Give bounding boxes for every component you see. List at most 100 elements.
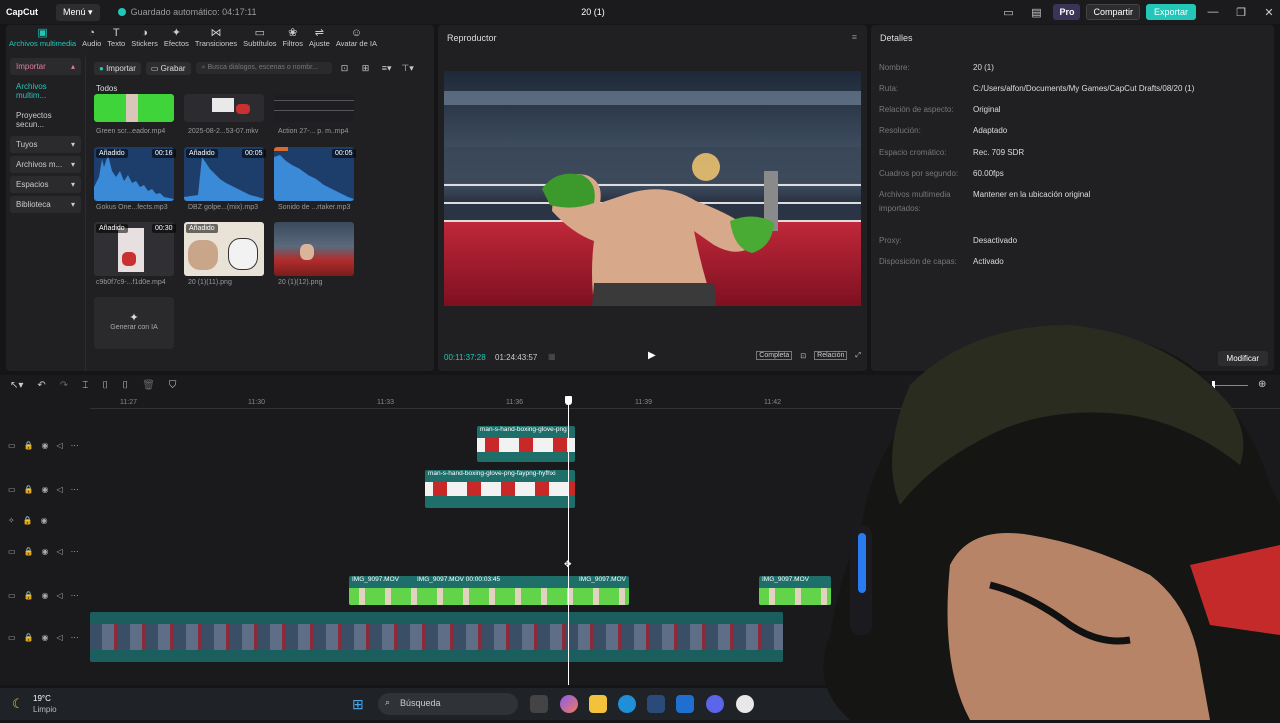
tab-text[interactable]: T Texto (104, 25, 128, 51)
copilot-icon[interactable] (560, 695, 578, 713)
tab-media[interactable]: ▣ Archivos multimedia (6, 25, 79, 51)
tab-label: Archivos multimedia (9, 39, 77, 48)
eye-icon[interactable]: ◉ (42, 633, 49, 642)
media-thumbnail[interactable] (274, 222, 354, 276)
detail-value: 60.00fps (973, 169, 1004, 178)
duration-badge: 00:30 (152, 224, 176, 233)
tab-transitions[interactable]: ⋈ Transiciones (192, 25, 240, 51)
media-section-title: Todos (96, 84, 118, 93)
media-panel: ▣ Archivos multimedia ◔ Audio T Texto ◑ Stic… (6, 25, 434, 371)
generate-ai-button[interactable]: ✦ Generar con IA (94, 297, 174, 349)
more-icon[interactable]: ⋯ (71, 485, 79, 494)
sidebar-item-library[interactable]: Biblioteca ▾ (10, 196, 81, 213)
layout-icon[interactable]: ▭ (997, 6, 1019, 19)
lock-icon[interactable]: 🔒 (24, 485, 34, 494)
store-icon[interactable] (647, 695, 665, 713)
track-type-icon: ▭ (8, 633, 16, 642)
sort-icon[interactable]: ≡▾ (379, 63, 395, 74)
sidebar-item-subprojects[interactable]: Proyectos secun... (10, 107, 81, 133)
chrome-icon[interactable] (736, 695, 754, 713)
playhead[interactable] (568, 399, 569, 685)
search-icon: ⌕ (201, 64, 206, 71)
timeline-clip-glove[interactable]: man-s-hand-boxing-glove-png-faypng-hyfhx… (425, 470, 575, 508)
taskbar-search[interactable]: ⌕ Búsqueda (378, 693, 518, 715)
delete-icon[interactable]: 🗑 (142, 380, 155, 391)
lock-icon[interactable]: 🔒 (23, 516, 33, 525)
pro-button[interactable]: Pro (1053, 4, 1081, 20)
more-icon[interactable]: ⋯ (71, 547, 79, 556)
tab-ai-avatar[interactable]: ☺ Avatar de IA (333, 25, 380, 51)
more-icon[interactable]: ⋯ (71, 633, 79, 642)
tab-stickers[interactable]: ◑ Stickers (128, 25, 161, 51)
redo-icon[interactable]: ↷ (60, 380, 68, 391)
split-left-icon[interactable]: ⌷ (102, 380, 108, 391)
split-right-icon[interactable]: ⌷ (122, 380, 128, 391)
sidebar-item-media[interactable]: Archivos multim... (10, 78, 81, 104)
tab-audio[interactable]: ◔ Audio (79, 25, 104, 51)
select-tool-icon[interactable]: ↖▾ (10, 380, 23, 391)
timecode-icon: ▦ (548, 352, 556, 361)
lock-icon[interactable]: 🔒 (24, 547, 34, 556)
tab-filters[interactable]: ❀ Filtros (280, 25, 306, 51)
timeline-clip-glove[interactable]: man-s-hand-boxing-glove-png (477, 426, 575, 462)
eye-icon[interactable]: ◉ (41, 516, 48, 525)
undo-icon[interactable]: ↶ (37, 380, 45, 391)
clip-label: IMG_9097.MOV 00:00:03:45 (417, 576, 501, 583)
sidebar-item-yours[interactable]: Tuyos ▾ (10, 136, 81, 153)
share-button[interactable]: Compartir (1086, 4, 1140, 20)
menu-icon[interactable]: ≡ (852, 32, 857, 42)
maximize-icon[interactable]: ❐ (1230, 6, 1252, 19)
more-icon[interactable]: ⋯ (71, 591, 79, 600)
filter-icon[interactable]: ⊤▾ (400, 63, 416, 74)
eye-icon[interactable]: ◉ (42, 441, 49, 450)
weather-status: Limpio (33, 705, 57, 714)
media-thumbnail[interactable] (274, 94, 354, 122)
sidebar-item-spaces[interactable]: Espacios ▾ (10, 176, 81, 193)
media-thumbnail[interactable] (94, 94, 174, 122)
timeline-clip-greenscreen[interactable]: IMG_9097.MOV IMG_9097.MOV 00:00:03:45 IM… (349, 576, 629, 605)
eye-icon[interactable]: ◉ (42, 485, 49, 494)
lock-icon[interactable]: 🔒 (24, 591, 34, 600)
import-button[interactable]: ● Importar (94, 61, 141, 75)
record-button[interactable]: ▭ Grabar (145, 61, 191, 75)
audio-icon[interactable]: ◁ (57, 633, 63, 642)
more-icon[interactable]: ⋯ (71, 441, 79, 450)
play-button[interactable]: ▶ (648, 350, 656, 361)
folder-icon[interactable]: ⊡ (337, 63, 353, 74)
audio-icon[interactable]: ◁ (57, 441, 63, 450)
tab-adjust[interactable]: ⇌ Ajuste (306, 25, 333, 51)
close-icon[interactable]: ✕ (1258, 6, 1280, 19)
minimize-icon[interactable]: — (1202, 6, 1224, 18)
search-placeholder: Busca diálogos, escenas o nombr... (207, 64, 318, 71)
tab-effects[interactable]: ✦ Efectos (161, 25, 192, 51)
track-controls: ✧ 🔒 ◉ (8, 516, 48, 525)
task-view-icon[interactable] (530, 695, 548, 713)
audio-icon[interactable]: ◁ (57, 485, 63, 494)
sidebar-item-media-files[interactable]: Archivos m... ▾ (10, 156, 81, 173)
tab-subtitles[interactable]: ▭ Subtítulos (240, 25, 279, 51)
lock-icon[interactable]: 🔒 (24, 441, 34, 450)
split-icon[interactable]: ⌶ (82, 380, 88, 391)
menu-button[interactable]: Menú ▾ (56, 3, 100, 21)
stripe (274, 100, 354, 101)
file-explorer-icon[interactable] (589, 695, 607, 713)
audio-icon[interactable]: ◁ (57, 547, 63, 556)
eye-icon[interactable]: ◉ (42, 547, 49, 556)
lock-icon[interactable]: 🔒 (24, 633, 34, 642)
outlook-icon[interactable] (676, 695, 694, 713)
edge-icon[interactable] (618, 695, 636, 713)
video-preview[interactable] (444, 71, 861, 306)
search-input[interactable]: ⌕ Busca diálogos, escenas o nombr... (195, 62, 332, 74)
sidebar-item-import[interactable]: Importar ▴ (10, 58, 81, 75)
grid-view-icon[interactable]: ⊞ (358, 63, 374, 74)
eye-icon[interactable]: ◉ (42, 591, 49, 600)
windows-start-icon[interactable]: ⊞ (352, 696, 364, 713)
shortcuts-icon[interactable]: ▤ (1025, 6, 1047, 19)
timeline-clip-background[interactable] (90, 612, 783, 662)
export-button[interactable]: Exportar (1145, 4, 1196, 20)
detail-value: Desactivado (973, 236, 1018, 245)
marker-icon[interactable]: ⛉ (169, 380, 177, 391)
discord-icon[interactable] (706, 695, 724, 713)
audio-icon[interactable]: ◁ (57, 591, 63, 600)
media-thumbnail[interactable] (184, 94, 264, 122)
